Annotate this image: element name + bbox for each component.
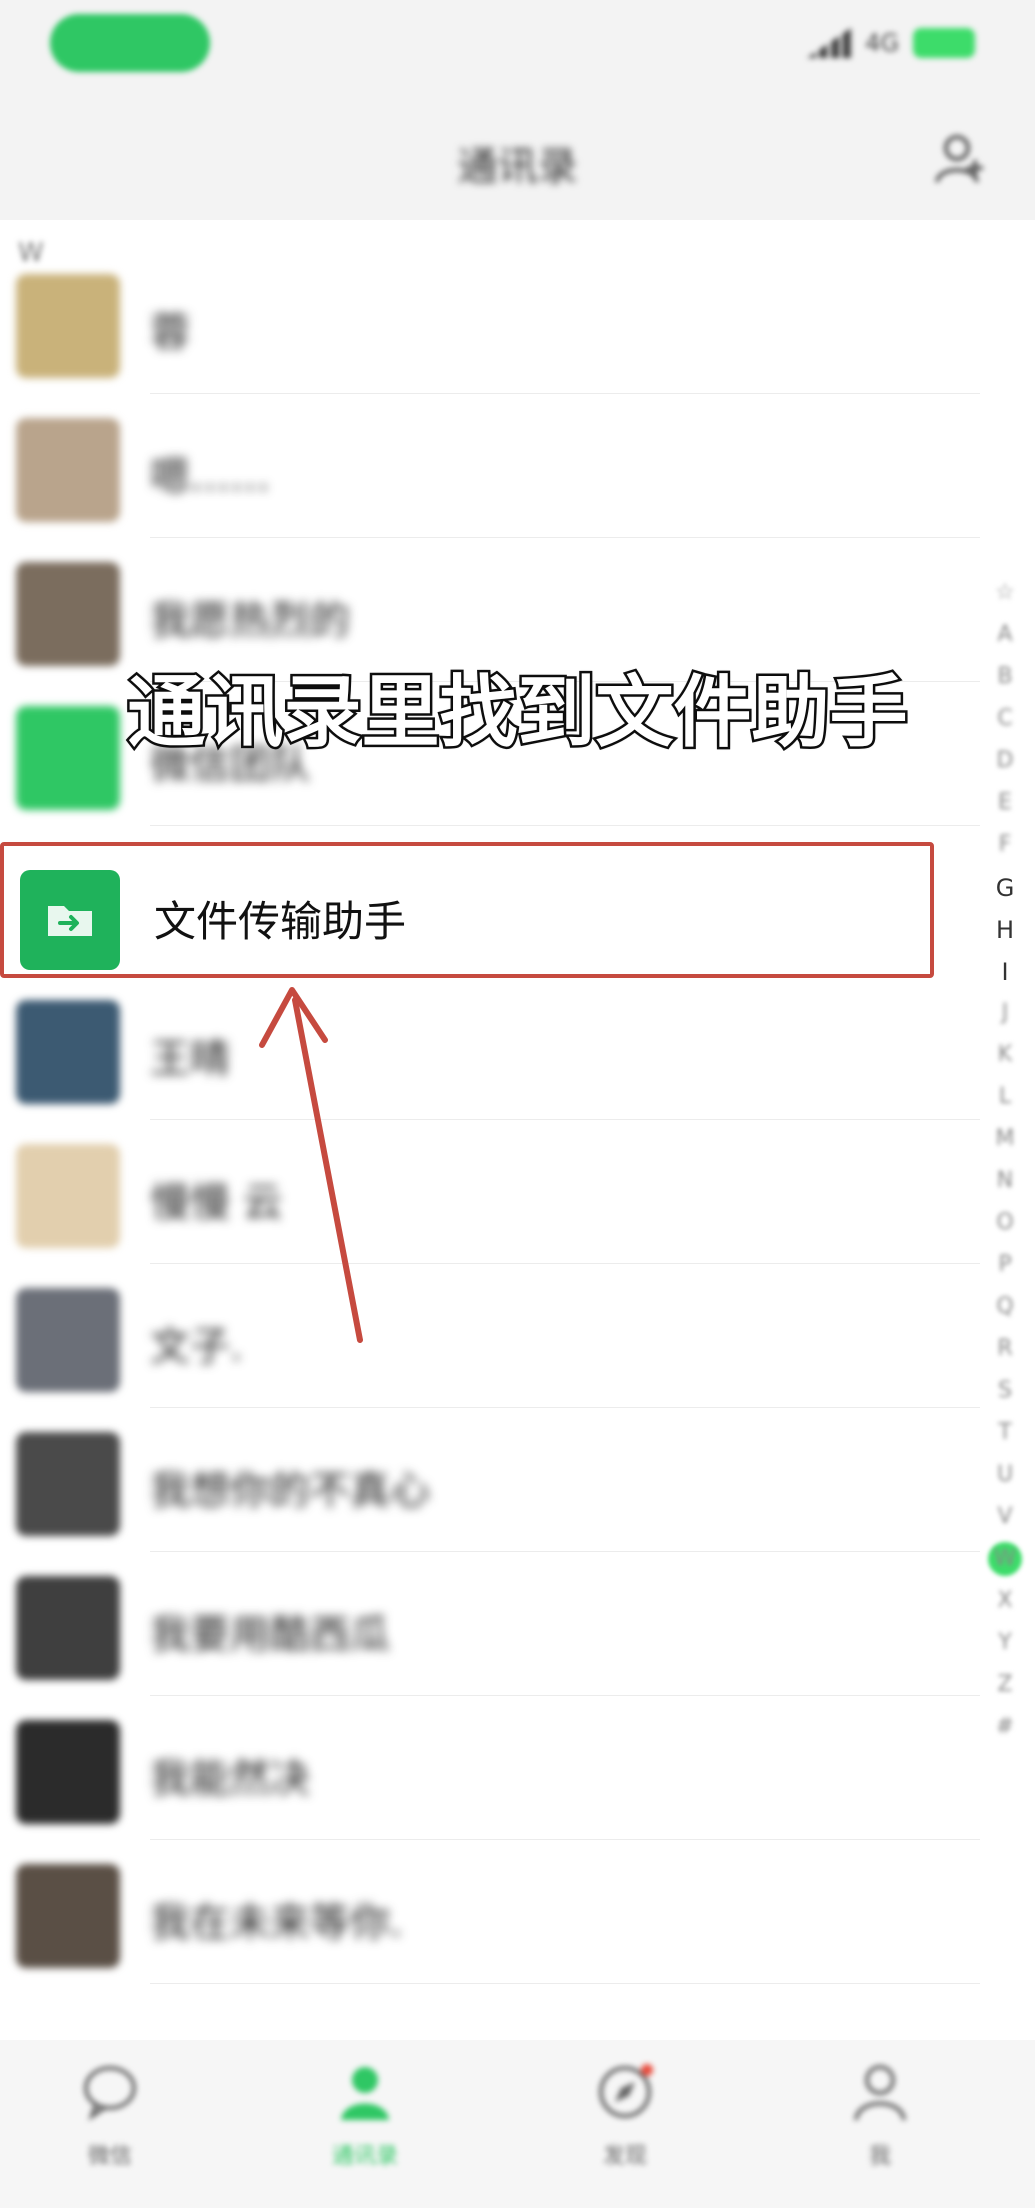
index-letter[interactable]: A [987, 622, 1023, 647]
tab-label: 发现 [602, 2144, 647, 2169]
tab-chat[interactable]: 微信 [50, 2060, 170, 2200]
index-letter[interactable]: U [987, 1462, 1023, 1487]
index-letter[interactable]: L [987, 1084, 1023, 1109]
caption-overlay: 通讯录里找到文件助手 [125, 666, 910, 761]
tab-bar: 微信 通讯录 发现 我 [0, 2040, 1035, 2208]
index-letter[interactable]: V [987, 1504, 1023, 1529]
index-letter[interactable]: B [987, 664, 1023, 689]
annotation-arrow-icon [259, 987, 363, 1343]
tab-label: 微信 [87, 2144, 132, 2169]
index-letter[interactable]: C [987, 706, 1023, 731]
tab-compass[interactable]: 发现 [565, 2060, 685, 2200]
index-letter[interactable]: Z [987, 1672, 1023, 1697]
index-letter[interactable]: H [987, 916, 1023, 944]
index-letter[interactable]: N [987, 1168, 1023, 1193]
chat-icon [50, 2060, 170, 2128]
index-letter[interactable]: # [987, 1714, 1023, 1739]
index-letter[interactable]: E [987, 790, 1023, 815]
index-letter[interactable]: X [987, 1588, 1023, 1613]
compass-icon [565, 2060, 685, 2128]
tab-contacts[interactable]: 通讯录 [305, 2060, 425, 2200]
index-letter[interactable]: F [987, 832, 1023, 857]
tab-label: 我 [868, 2144, 891, 2169]
index-letter[interactable]: D [987, 748, 1023, 773]
index-letter[interactable]: O [987, 1210, 1023, 1235]
index-letter[interactable]: S [987, 1378, 1023, 1403]
index-letter[interactable]: Q [987, 1294, 1023, 1319]
index-letter[interactable]: M [987, 1126, 1023, 1151]
me-icon [820, 2060, 940, 2128]
index-letter[interactable]: T [987, 1420, 1023, 1445]
tab-label: 通讯录 [331, 2144, 398, 2169]
index-letter[interactable]: R [987, 1336, 1023, 1361]
contacts-icon [305, 2060, 425, 2128]
index-letter[interactable]: Y [987, 1630, 1023, 1655]
tab-me[interactable]: 我 [820, 2060, 940, 2200]
index-letter[interactable]: W [987, 1546, 1023, 1571]
index-letter[interactable]: I [987, 958, 1023, 986]
index-letter[interactable]: P [987, 1252, 1023, 1277]
index-letter[interactable]: J [987, 1000, 1023, 1025]
index-letter[interactable]: G [987, 874, 1023, 902]
index-letter[interactable]: ☆ [987, 580, 1023, 605]
index-letter[interactable]: K [987, 1042, 1023, 1067]
